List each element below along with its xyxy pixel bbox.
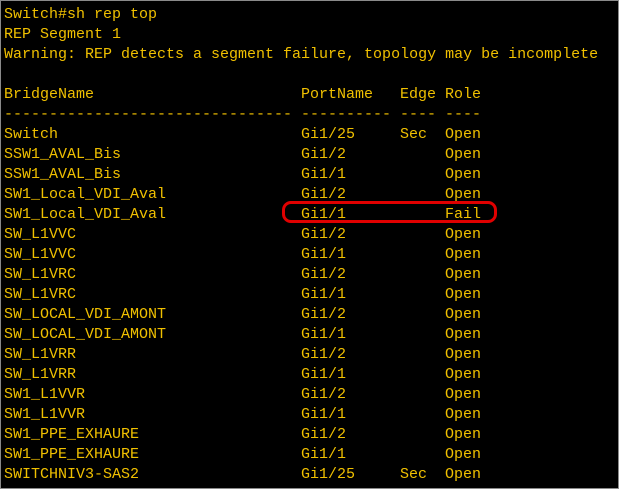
- table-row: SW_L1VRC Gi1/1 Open: [4, 285, 618, 305]
- cell-role: Open: [445, 266, 482, 283]
- cell-portname: Gi1/25: [301, 126, 356, 143]
- cell-bridgename: SW_L1VRR: [4, 366, 77, 383]
- table-row: SW_L1VRC Gi1/2 Open: [4, 265, 618, 285]
- table-row: SSW1_AVAL_Bis Gi1/2 Open: [4, 145, 618, 165]
- cell-bridgename: Switch: [4, 126, 59, 143]
- header-edge: Edge: [400, 86, 437, 103]
- cell-portname: Gi1/1: [301, 446, 347, 463]
- cell-portname: Gi1/2: [301, 346, 347, 363]
- table-row: SW_L1VRR Gi1/1 Open: [4, 365, 618, 385]
- command-line: Switch#sh rep top: [4, 6, 158, 23]
- topology-table-body: Switch Gi1/25 Sec Open SSW1_AVAL_Bis Gi1/2 Ope…: [4, 125, 618, 485]
- table-row: SW_LOCAL_VDI_AMONT Gi1/2 Open: [4, 305, 618, 325]
- cell-portname: Gi1/2: [301, 266, 347, 283]
- cell-portname: Gi1/2: [301, 306, 347, 323]
- table-row: SW_L1VVC Gi1/1 Open: [4, 245, 618, 265]
- table-row: SWITCHNIV3-SAS2 Gi1/25 Sec Open: [4, 465, 618, 485]
- cell-bridgename: SW1_PPE_EXHAURE: [4, 446, 140, 463]
- cell-edge: Sec: [400, 126, 428, 143]
- cell-role: Open: [445, 466, 482, 483]
- cell-portname: Gi1/2: [301, 386, 347, 403]
- header-role: Role: [445, 86, 482, 103]
- cell-portname: Gi1/1: [301, 406, 347, 423]
- separator-edge: ----: [400, 106, 437, 123]
- table-row: SW1_PPE_EXHAURE Gi1/2 Open: [4, 425, 618, 445]
- cell-bridgename: SW1_Local_VDI_Aval: [4, 186, 167, 203]
- cell-bridgename: SW_LOCAL_VDI_AMONT: [4, 326, 167, 343]
- table-row: Switch Gi1/25 Sec Open: [4, 125, 618, 145]
- cell-bridgename: SWITCHNIV3-SAS2: [4, 466, 140, 483]
- table-row: SW1_L1VVR Gi1/1 Open: [4, 405, 618, 425]
- header-portname: PortName: [301, 86, 374, 103]
- warning-line: Warning: REP detects a segment failure, …: [4, 46, 599, 63]
- table-separator: -------------------------------- -------…: [4, 105, 618, 125]
- separator-bridgename: --------------------------------: [4, 106, 293, 123]
- cell-role: Open: [445, 386, 482, 403]
- separator-portname: ----------: [301, 106, 392, 123]
- terminal-window[interactable]: Switch#sh rep top REP Segment 1 Warning:…: [0, 0, 619, 489]
- fail-highlight-ellipse: [282, 201, 497, 223]
- cell-portname: Gi1/2: [301, 426, 347, 443]
- table-row: SW1_PPE_EXHAURE Gi1/1 Open: [4, 445, 618, 465]
- cell-role: Open: [445, 426, 482, 443]
- cell-bridgename: SSW1_AVAL_Bis: [4, 166, 122, 183]
- cell-portname: Gi1/2: [301, 146, 347, 163]
- cell-portname: Gi1/1: [301, 166, 347, 183]
- terminal-output: Switch#sh rep top REP Segment 1 Warning:…: [4, 5, 618, 488]
- cell-role: Open: [445, 166, 482, 183]
- cell-bridgename: SW1_PPE_EXHAURE: [4, 426, 140, 443]
- cell-bridgename: SSW1_AVAL_Bis: [4, 146, 122, 163]
- cell-role: Open: [445, 246, 482, 263]
- cell-role: Open: [445, 126, 482, 143]
- table-header: BridgeName PortName Edge Role: [4, 85, 618, 105]
- cell-portname: Gi1/1: [301, 366, 347, 383]
- cell-role: Open: [445, 306, 482, 323]
- header-bridgename: BridgeName: [4, 86, 95, 103]
- table-row: SW_L1VVC Gi1/2 Open: [4, 225, 618, 245]
- cell-role: Open: [445, 446, 482, 463]
- cell-bridgename: SW_L1VVC: [4, 226, 77, 243]
- table-row: SW_L1VRR Gi1/2 Open: [4, 345, 618, 365]
- cell-role: Open: [445, 326, 482, 343]
- cell-bridgename: SW_L1VRR: [4, 346, 77, 363]
- cell-portname: Gi1/1: [301, 286, 347, 303]
- cell-portname: Gi1/1: [301, 326, 347, 343]
- cell-portname: Gi1/2: [301, 226, 347, 243]
- cell-bridgename: SW1_L1VVR: [4, 386, 86, 403]
- cell-role: Open: [445, 286, 482, 303]
- cell-bridgename: SW_L1VRC: [4, 286, 77, 303]
- segment-line: REP Segment 1: [4, 26, 122, 43]
- cell-role: Open: [445, 406, 482, 423]
- cell-bridgename: SW_LOCAL_VDI_AMONT: [4, 306, 167, 323]
- table-row: SW_LOCAL_VDI_AMONT Gi1/1 Open: [4, 325, 618, 345]
- table-row: SSW1_AVAL_Bis Gi1/1 Open: [4, 165, 618, 185]
- table-row: SW1_L1VVR Gi1/2 Open: [4, 385, 618, 405]
- cell-portname: Gi1/25: [301, 466, 356, 483]
- cell-bridgename: SW_L1VRC: [4, 266, 77, 283]
- separator-role: ----: [445, 106, 482, 123]
- cell-portname: Gi1/1: [301, 246, 347, 263]
- cell-role: Open: [445, 366, 482, 383]
- cell-bridgename: SW1_Local_VDI_Aval: [4, 206, 167, 223]
- cell-bridgename: SW1_L1VVR: [4, 406, 86, 423]
- cell-role: Open: [445, 146, 482, 163]
- cell-role: Open: [445, 226, 482, 243]
- cell-role: Open: [445, 346, 482, 363]
- cell-bridgename: SW_L1VVC: [4, 246, 77, 263]
- cell-edge: Sec: [400, 466, 428, 483]
